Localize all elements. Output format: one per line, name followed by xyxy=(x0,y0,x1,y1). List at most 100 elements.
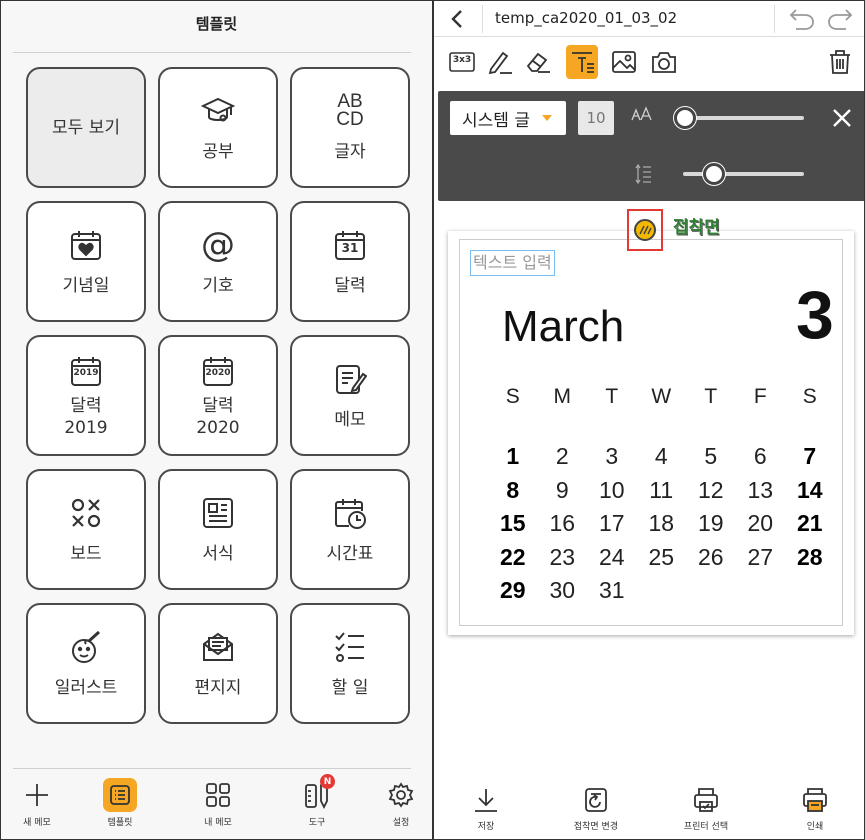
week-row: 8 9 10 11 12 13 14 xyxy=(488,477,838,511)
category-label: 달력 2020 xyxy=(196,395,240,438)
chevron-left-icon xyxy=(451,10,462,28)
close-panel-button[interactable] xyxy=(830,106,854,130)
day-cell: 30 xyxy=(549,577,576,603)
font-size-slider[interactable] xyxy=(674,107,804,129)
camera-icon xyxy=(652,52,676,73)
save-button[interactable]: 저장 xyxy=(441,785,531,832)
week-row: 29 30 31 xyxy=(488,577,838,611)
category-illustration[interactable]: 일러스트 xyxy=(26,603,146,724)
font-size-icon xyxy=(631,106,653,126)
pen-tool[interactable] xyxy=(484,45,516,79)
category-timetable[interactable]: 시간표 xyxy=(290,469,410,590)
calendar-frame: 텍스트 입력 March 3 S M T W T F S 1 2 3 4 5 6 7 8 9 10… xyxy=(459,239,843,626)
nav-tools[interactable]: N 도구 xyxy=(282,774,352,828)
change-adhesive-button[interactable]: 접착면 변경 xyxy=(551,785,641,832)
download-icon xyxy=(471,785,501,815)
category-label: 공부 xyxy=(202,141,234,162)
editor-bottom-bar: 저장 접착면 변경 프린터 선택 인쇄 xyxy=(434,771,864,839)
grid-3x3-tool[interactable]: 3x3 xyxy=(446,45,478,79)
line-spacing-slider[interactable] xyxy=(683,163,804,185)
category-board[interactable]: 보드 xyxy=(26,469,146,590)
category-calendar[interactable]: 31 달력 xyxy=(290,201,410,322)
adhesive-icon xyxy=(634,219,656,241)
eraser-tool[interactable] xyxy=(522,45,554,79)
category-label: 기념일 xyxy=(62,275,110,296)
slider-track xyxy=(683,172,804,176)
newspaper-icon xyxy=(200,495,236,531)
category-anniversary[interactable]: 기념일 xyxy=(26,201,146,322)
day-cell: 12 xyxy=(697,476,724,503)
day-cell: 3 xyxy=(605,443,619,469)
calendar-day-number: 31 xyxy=(341,240,359,255)
undo-icon xyxy=(789,9,814,30)
day-cell: 23 xyxy=(549,543,576,570)
editor-toolbar: 3x3 xyxy=(434,45,864,83)
nav-settings[interactable]: 설정 xyxy=(366,778,432,828)
template-canvas[interactable]: 텍스트 입력 March 3 S M T W T F S 1 2 3 4 5 6 7 8 9 10… xyxy=(448,231,854,635)
divider xyxy=(13,768,411,769)
category-stationery[interactable]: 편지지 xyxy=(158,603,278,724)
select-printer-button[interactable]: 프린터 선택 xyxy=(661,785,751,832)
category-forms[interactable]: 서식 xyxy=(158,469,278,590)
day-cell: 7 xyxy=(803,443,817,469)
grid-3x3-label: 3x3 xyxy=(452,55,472,65)
text-input-box[interactable]: 텍스트 입력 xyxy=(470,250,555,276)
category-study[interactable]: 공부 xyxy=(158,67,278,188)
category-all[interactable]: 모두 보기 xyxy=(26,67,146,188)
category-label: 편지지 xyxy=(194,677,242,698)
nav-template[interactable]: 템플릿 xyxy=(85,778,155,828)
category-calendar-2020[interactable]: 2020 달력 2020 xyxy=(158,335,278,456)
day-cell: 6 xyxy=(753,443,767,469)
weekday-label: F xyxy=(753,385,767,408)
calendar-grid: S M T W T F S 1 2 3 4 5 6 7 8 9 10 11 12 13 14 15 16 17 1… xyxy=(488,385,838,611)
redo-button[interactable] xyxy=(826,6,854,32)
category-memo[interactable]: 메모 xyxy=(290,335,410,456)
camera-tool[interactable] xyxy=(648,45,680,79)
nav-label: 내 메모 xyxy=(204,818,232,828)
trash-icon xyxy=(830,50,850,74)
caret-down-icon xyxy=(542,115,552,121)
plus-icon xyxy=(20,778,54,812)
tools-icon: N xyxy=(300,774,335,812)
category-label: 할 일 xyxy=(331,677,369,698)
save-label: 저장 xyxy=(477,822,495,832)
nav-my-memo[interactable]: 내 메모 xyxy=(183,778,253,828)
day-cell: 5 xyxy=(704,443,718,469)
undo-button[interactable] xyxy=(788,6,816,32)
day-cell: 1 xyxy=(506,443,520,469)
print-button[interactable]: 인쇄 xyxy=(770,785,860,832)
category-label: 서식 xyxy=(202,543,234,564)
slider-knob[interactable] xyxy=(702,163,725,185)
weekday-row: S M T W T F S xyxy=(488,385,838,443)
weekday-label: S xyxy=(802,385,817,408)
slider-knob[interactable] xyxy=(674,107,696,129)
week-row: 22 23 24 25 26 27 28 xyxy=(488,544,838,578)
template-panel: 템플릿 모두 보기 공부 AB CD 글자 기념일 @ 기호 31 달력 201… xyxy=(0,0,433,840)
palette-face-icon xyxy=(68,629,104,665)
category-label: 메모 xyxy=(334,409,366,430)
text-tool[interactable] xyxy=(566,45,598,79)
day-cell: 16 xyxy=(549,510,576,536)
category-symbols[interactable]: @ 기호 xyxy=(158,201,278,322)
adhesive-change-icon xyxy=(581,785,611,815)
day-cell: 20 xyxy=(747,510,774,536)
category-calendar-2019[interactable]: 2019 달력 2019 xyxy=(26,335,146,456)
abcd-bottom: CD xyxy=(336,108,364,130)
nav-new-memo[interactable]: 새 메모 xyxy=(2,778,72,828)
bottom-nav: 새 메모 템플릿 내 메모 N 도구 설정 xyxy=(1,768,432,839)
back-button[interactable] xyxy=(446,7,470,31)
weekday-label: M xyxy=(553,385,572,408)
font-size-field[interactable]: 10 xyxy=(578,101,614,135)
memo-pencil-icon xyxy=(332,361,368,397)
category-todo[interactable]: 할 일 xyxy=(290,603,410,724)
delete-tool[interactable] xyxy=(824,45,856,79)
day-cell: 13 xyxy=(747,476,774,503)
category-letters[interactable]: AB CD 글자 xyxy=(290,67,410,188)
font-select[interactable]: 시스템 글 xyxy=(450,101,566,135)
weekday-label: T xyxy=(605,385,619,408)
change-adhesive-label: 접착면 변경 xyxy=(573,822,619,832)
divider xyxy=(774,5,775,33)
image-tool[interactable] xyxy=(608,45,640,79)
adhesive-handle[interactable] xyxy=(627,209,663,251)
editor-topbar: temp_ca2020_01_03_02 xyxy=(434,1,864,37)
